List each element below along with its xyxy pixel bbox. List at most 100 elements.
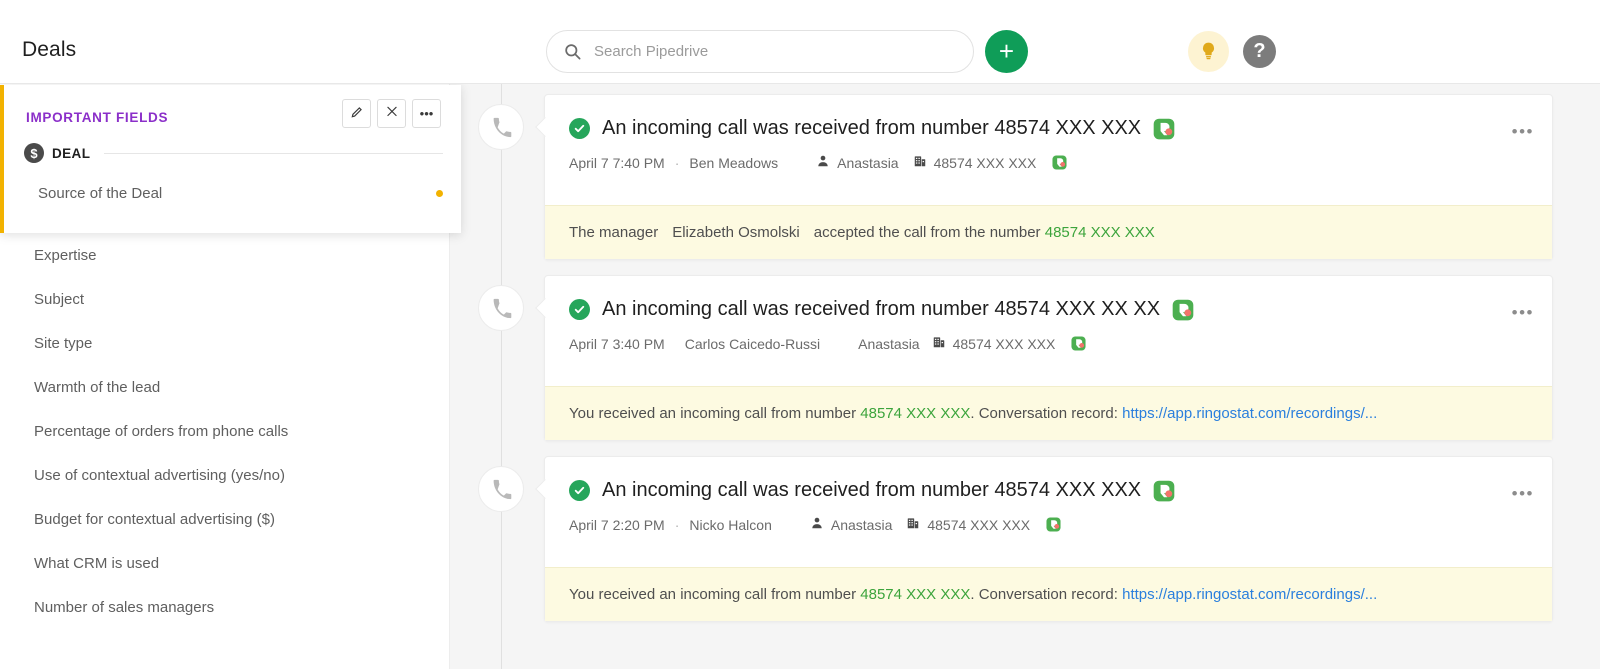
person-name: Anastasia <box>837 154 899 171</box>
field-row[interactable]: Subject <box>0 277 450 321</box>
activity-title: An incoming call was received from numbe… <box>602 117 1142 139</box>
activity-timeline: An incoming call was received from numbe… <box>450 84 1600 669</box>
field-row[interactable]: What CRM is used <box>0 541 450 585</box>
person-icon <box>816 154 830 171</box>
linked-person[interactable]: Anastasia <box>816 154 899 171</box>
field-label: Warmth of the lead <box>34 378 161 396</box>
linked-person[interactable]: Anastasia <box>858 336 919 352</box>
activity-date: April 7 2:20 PM <box>569 516 665 533</box>
activity-card-header: An incoming call was received from numbe… <box>545 457 1552 567</box>
required-dot-icon <box>436 190 443 197</box>
activity-date: April 7 7:40 PM <box>569 154 665 171</box>
recording-link[interactable]: https://app.ringostat.com/recordings/... <box>1122 586 1377 603</box>
note-prefix: You received an incoming call from numbe… <box>569 586 857 603</box>
field-row[interactable]: Expertise <box>0 233 450 277</box>
linked-organization[interactable]: 48574 XXX XXX <box>906 516 1030 533</box>
done-check-icon <box>569 299 590 320</box>
search-input[interactable] <box>592 42 932 61</box>
note-suffix: . Conversation record: <box>970 586 1118 603</box>
activity-card-header: An incoming call was received from numbe… <box>545 95 1552 205</box>
note-phone-number: 48574 XXX XXX <box>1044 224 1155 241</box>
ringostat-icon <box>1071 336 1086 351</box>
organization-name: 48574 XXX XXX <box>933 154 1037 171</box>
important-field-source-of-the-deal[interactable]: Source of the Deal <box>38 185 443 202</box>
activity-note: You received an incoming call from numbe… <box>545 567 1552 621</box>
more-options-button[interactable]: ••• <box>412 99 441 128</box>
activity-more-button[interactable]: ••• <box>1512 304 1534 321</box>
field-row[interactable]: Number of sales managers <box>0 585 450 629</box>
activity-card[interactable]: An incoming call was received from numbe… <box>544 456 1553 622</box>
pencil-icon <box>350 105 364 122</box>
help-button[interactable]: ? <box>1243 35 1276 68</box>
recording-link[interactable]: https://app.ringostat.com/recordings/... <box>1122 405 1377 422</box>
done-check-icon <box>569 118 590 139</box>
activity-title-row: An incoming call was received from numbe… <box>569 117 1528 140</box>
field-label: Subject <box>34 290 85 308</box>
meta-separator: · <box>674 154 680 171</box>
activity-author[interactable]: Ben Meadows <box>689 155 778 171</box>
linked-person[interactable]: Anastasia <box>810 516 892 533</box>
linked-organization[interactable]: 48574 XXX XXX <box>932 335 1056 352</box>
plus-icon: + <box>998 35 1015 66</box>
note-manager: Elizabeth Osmolski <box>672 224 800 241</box>
important-fields-panel: IMPORTANT FIELDS ••• $ DEAL Source of th… <box>0 85 461 233</box>
field-label: What CRM is used <box>34 554 160 572</box>
ringostat-icon <box>1172 299 1194 321</box>
phone-icon <box>478 104 524 150</box>
activity-card[interactable]: An incoming call was received from numbe… <box>544 94 1553 260</box>
deal-group-label: DEAL <box>52 145 91 161</box>
important-fields-actions: ••• <box>342 99 441 128</box>
activity-more-button[interactable]: ••• <box>1512 123 1534 140</box>
meta-separator: · <box>674 516 680 533</box>
activity-author[interactable]: Nicko Halcon <box>689 517 771 533</box>
field-row[interactable]: Site type <box>0 321 450 365</box>
field-label: Expertise <box>34 246 97 264</box>
ellipsis-icon: ••• <box>419 106 434 121</box>
add-button[interactable]: + <box>985 30 1028 73</box>
field-label: Use of contextual advertising (yes/no) <box>34 466 285 484</box>
search-bar[interactable] <box>546 30 974 73</box>
activity-note: The manager Elizabeth Osmolski accepted th… <box>545 205 1552 259</box>
field-list: Expertise Subject Site type Warmth of th… <box>0 233 450 629</box>
organization-name: 48574 XXX XXX <box>952 335 1056 352</box>
organization-icon <box>913 154 927 171</box>
activity-more-button[interactable]: ••• <box>1512 485 1534 502</box>
note-phone-number: 48574 XXX XXX <box>860 405 971 422</box>
organization-name: 48574 XXX XXX <box>927 516 1031 533</box>
activity-note: You received an incoming call from numbe… <box>545 386 1552 440</box>
divider <box>104 152 443 154</box>
activity-card[interactable]: An incoming call was received from numbe… <box>544 275 1553 441</box>
field-label: Source of the Deal <box>38 185 163 202</box>
field-label: Percentage of orders from phone calls <box>34 422 289 440</box>
activity-meta: April 7 7:40 PM · Ben Meadows Anastasia <box>569 154 1528 171</box>
note-prefix: The manager <box>569 224 659 241</box>
edit-fields-button[interactable] <box>342 99 371 128</box>
field-row[interactable]: Budget for contextual advertising ($) <box>0 497 450 541</box>
field-row[interactable]: Warmth of the lead <box>0 365 450 409</box>
dollar-icon: $ <box>24 143 44 163</box>
activity-meta: April 7 2:20 PM · Nicko Halcon Anastasia <box>569 516 1528 533</box>
field-row[interactable]: Use of contextual advertising (yes/no) <box>0 453 450 497</box>
person-name: Anastasia <box>830 516 893 533</box>
field-row[interactable]: Percentage of orders from phone calls <box>0 409 450 453</box>
activity-title-row: An incoming call was received from numbe… <box>569 479 1528 502</box>
note-prefix: You received an incoming call from numbe… <box>569 405 857 422</box>
activity-title: An incoming call was received from numbe… <box>602 479 1142 501</box>
tips-button[interactable] <box>1188 31 1229 72</box>
page-title: Deals <box>22 38 77 61</box>
note-middle: accepted the call from the number <box>813 224 1041 241</box>
phone-icon <box>478 285 524 331</box>
activity-date: April 7 3:40 PM <box>569 335 665 352</box>
linked-organization[interactable]: 48574 XXX XXX <box>913 154 1037 171</box>
organization-icon <box>932 335 946 352</box>
search-icon <box>563 42 582 61</box>
activity-meta: April 7 3:40 PM Carlos Caicedo-Russi Ana… <box>569 335 1528 352</box>
deal-group-header: $ DEAL <box>24 143 443 163</box>
top-bar: Deals + ? <box>0 0 1600 84</box>
organization-icon <box>906 516 920 533</box>
activity-author[interactable]: Carlos Caicedo-Russi <box>685 336 820 352</box>
collapse-button[interactable] <box>377 99 406 128</box>
timeline-line <box>501 84 502 669</box>
activity-title-row: An incoming call was received from numbe… <box>569 298 1528 321</box>
note-suffix: . Conversation record: <box>970 405 1118 422</box>
